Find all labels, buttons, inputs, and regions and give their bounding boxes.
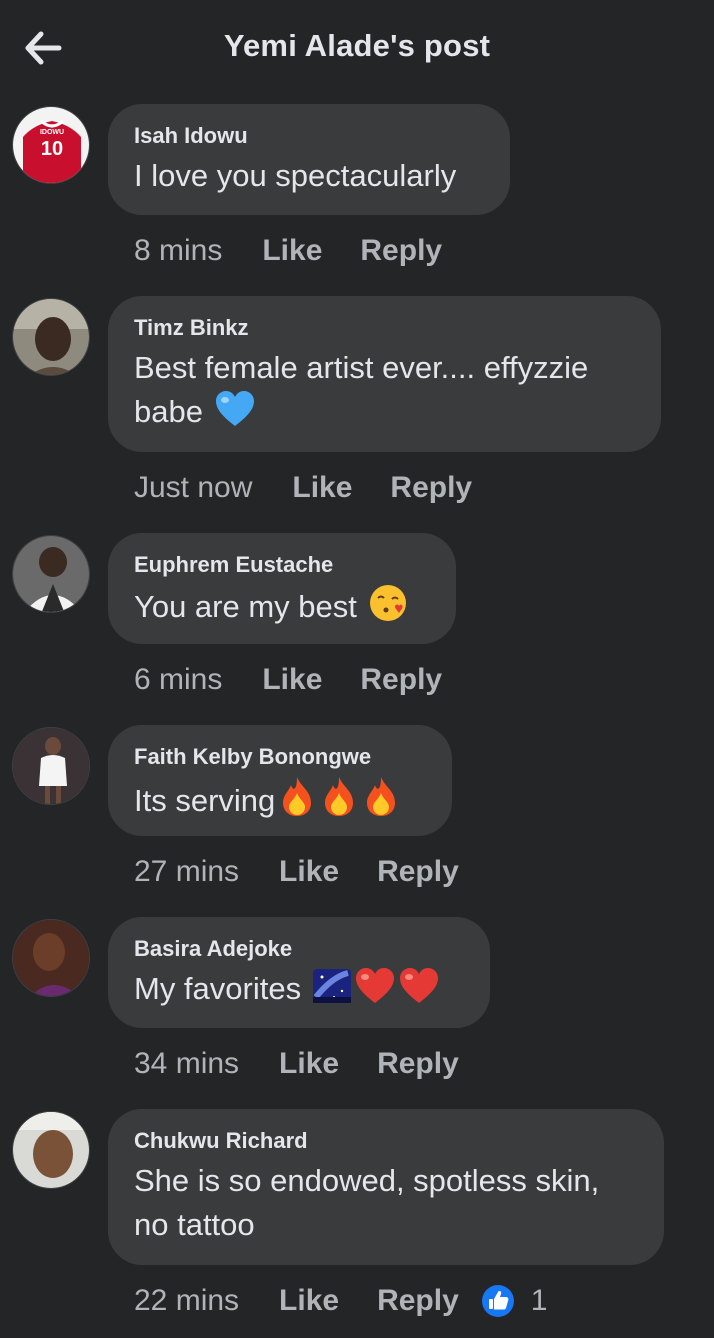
blue-heart-icon [214,390,256,440]
comment-time[interactable]: 22 mins [134,1284,239,1318]
comment-bubble[interactable]: Isah Idowu I love you spectacularly [108,104,510,215]
avatar-image [13,299,89,375]
comment-text: You are my best [134,583,430,635]
comment-bubble[interactable]: Timz Binkz Best female artist ever.... e… [108,296,661,452]
avatar[interactable] [12,298,90,376]
reply-button[interactable]: Reply [360,234,442,268]
comment-text-tail: babe [134,394,203,429]
reaction-count: 1 [530,1284,548,1317]
avatar-image [13,920,89,996]
comment-text: She is so endowed, spotless skin, no tat… [134,1159,638,1247]
comment-text-line: She is so endowed, spotless skin, [134,1163,600,1198]
comment-bubble[interactable]: Faith Kelby Bonongwe Its serving [108,725,452,836]
comment-actions: 34 mins Like Reply [134,1044,497,1084]
avatar-image [13,1112,89,1188]
avatar[interactable] [12,727,90,805]
like-button[interactable]: Like [262,663,322,697]
comment-text-line: Best female artist ever.... effyzzie [134,350,589,385]
comment-actions: 22 mins Like Reply 1 [134,1281,547,1321]
comment-author[interactable]: Timz Binkz [134,314,635,342]
comment-text-line: no tattoo [134,1207,255,1242]
comment-bubble[interactable]: Chukwu Richard She is so endowed, spotle… [108,1109,664,1265]
page-title: Yemi Alade's post [223,28,491,63]
comment-author[interactable]: Basira Adejoke [134,935,464,963]
comment-text: Its serving [134,775,426,829]
avatar-image [13,536,89,612]
comment-text: I love you spectacularly [134,158,457,193]
fire-icon [277,775,317,829]
comment-actions: 8 mins Like Reply [134,231,480,271]
jersey-number: 10 [41,138,63,160]
fire-icon [361,775,401,829]
comment-text-body: You are my best [134,589,357,624]
reply-button[interactable]: Reply [390,471,472,505]
like-button[interactable]: Like [292,471,352,505]
comment-author[interactable]: Faith Kelby Bonongwe [134,743,426,771]
comment-actions: Just now Like Reply [134,468,510,508]
comment-time[interactable]: 27 mins [134,855,239,889]
red-heart-icon [398,967,440,1017]
comment-author[interactable]: Euphrem Eustache [134,551,430,579]
comment-actions: 27 mins Like Reply [134,852,497,892]
reply-button[interactable]: Reply [360,663,442,697]
comment-time[interactable]: 8 mins [134,234,222,268]
comment-author[interactable]: Chukwu Richard [134,1127,638,1155]
avatar-image: IDOWU 10 [13,107,89,183]
like-button[interactable]: Like [279,1284,339,1318]
reaction-summary[interactable]: 1 [481,1284,548,1318]
avatar-image [13,728,89,804]
thumbs-up-icon [481,1285,514,1317]
comment-time[interactable]: 34 mins [134,1047,239,1081]
face-blowing-kiss-icon [368,583,408,635]
reply-button[interactable]: Reply [377,1284,459,1318]
milky-way-icon [312,967,352,1017]
reply-button[interactable]: Reply [377,855,459,889]
comment-text-body: My favorites [134,971,302,1006]
header: Yemi Alade's post [0,0,714,96]
jersey-name: IDOWU [40,129,64,136]
comment-text-line: babe [134,390,635,440]
red-heart-icon [354,967,396,1017]
avatar[interactable] [12,1111,90,1189]
comment-time[interactable]: 6 mins [134,663,222,697]
like-button[interactable]: Like [262,234,322,268]
comment-text-body: Its serving [134,783,276,818]
comment-time[interactable]: Just now [134,471,252,505]
comment-bubble[interactable]: Basira Adejoke My favorites [108,917,490,1028]
avatar[interactable]: IDOWU 10 [12,106,90,184]
like-button[interactable]: Like [279,855,339,889]
avatar[interactable] [12,919,90,997]
comment-author[interactable]: Isah Idowu [134,122,484,150]
comment-text: My favorites [134,967,464,1017]
like-button[interactable]: Like [279,1047,339,1081]
reply-button[interactable]: Reply [377,1047,459,1081]
fire-icon [319,775,359,829]
comment-bubble[interactable]: Euphrem Eustache You are my best [108,533,456,644]
comment-text: Best female artist ever.... effyzzie bab… [134,346,635,440]
comment-actions: 6 mins Like Reply [134,660,480,700]
avatar[interactable] [12,535,90,613]
